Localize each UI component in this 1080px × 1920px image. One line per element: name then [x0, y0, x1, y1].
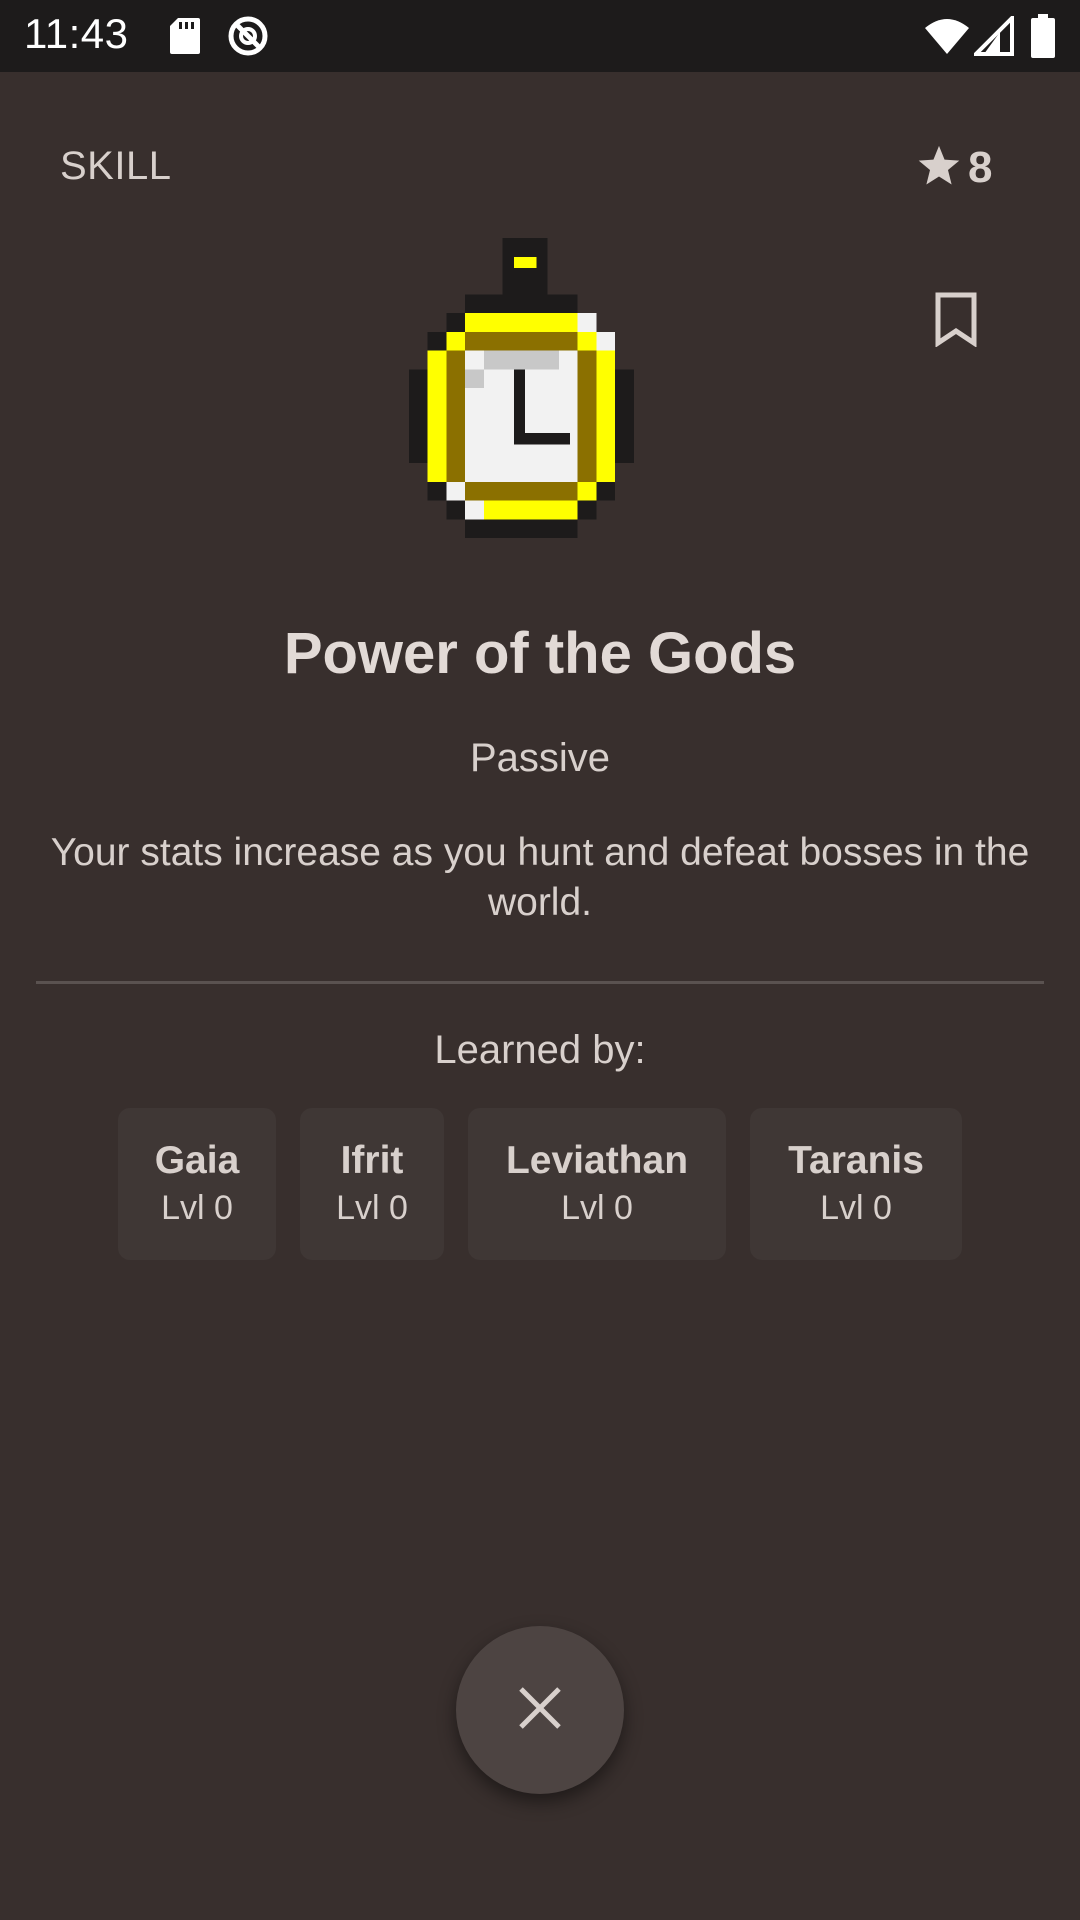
close-button[interactable] — [456, 1626, 624, 1794]
character-name: Gaia — [154, 1139, 240, 1182]
sd-card-icon — [168, 16, 202, 61]
wifi-icon — [924, 16, 970, 61]
character-card-leviathan[interactable]: Leviathan Lvl 0 — [468, 1108, 726, 1260]
skill-name: Power of the Gods — [283, 621, 797, 686]
character-card-ifrit[interactable]: Ifrit Lvl 0 — [300, 1108, 444, 1260]
character-name: Ifrit — [340, 1139, 404, 1182]
status-bar: 11:43 — [0, 0, 1080, 72]
status-time: 11:43 — [24, 10, 129, 57]
learned-by-label: Learned by: — [434, 1028, 646, 1072]
character-card-taranis[interactable]: Taranis Lvl 0 — [750, 1108, 962, 1260]
character-level: Lvl 0 — [820, 1189, 892, 1227]
cell-signal-icon — [971, 13, 1014, 61]
bookmark-button[interactable] — [926, 286, 986, 356]
star-icon — [916, 144, 962, 193]
character-level: Lvl 0 — [336, 1189, 408, 1227]
close-icon — [516, 1684, 564, 1737]
character-level: Lvl 0 — [561, 1189, 633, 1227]
character-name: Taranis — [788, 1139, 924, 1182]
skill-type-label: SKILL — [60, 144, 172, 188]
star-count: 8 — [968, 143, 993, 192]
skill-kind: Passive — [469, 736, 611, 780]
no-sync-icon — [226, 14, 270, 63]
character-level: Lvl 0 — [161, 1189, 233, 1227]
star-rating: 8 — [916, 140, 992, 196]
character-card-gaia[interactable]: Gaia Lvl 0 — [118, 1108, 276, 1260]
battery-icon — [1030, 14, 1056, 63]
character-name: Leviathan — [505, 1139, 689, 1182]
learned-by-list: Gaia Lvl 0 Ifrit Lvl 0 Leviathan Lvl 0 T… — [118, 1108, 962, 1260]
skill-description: Your stats increase as you hunt and defe… — [50, 831, 1030, 924]
divider — [36, 981, 1044, 984]
bookmark-outline-icon — [934, 291, 978, 352]
stopwatch-icon — [400, 238, 680, 543]
